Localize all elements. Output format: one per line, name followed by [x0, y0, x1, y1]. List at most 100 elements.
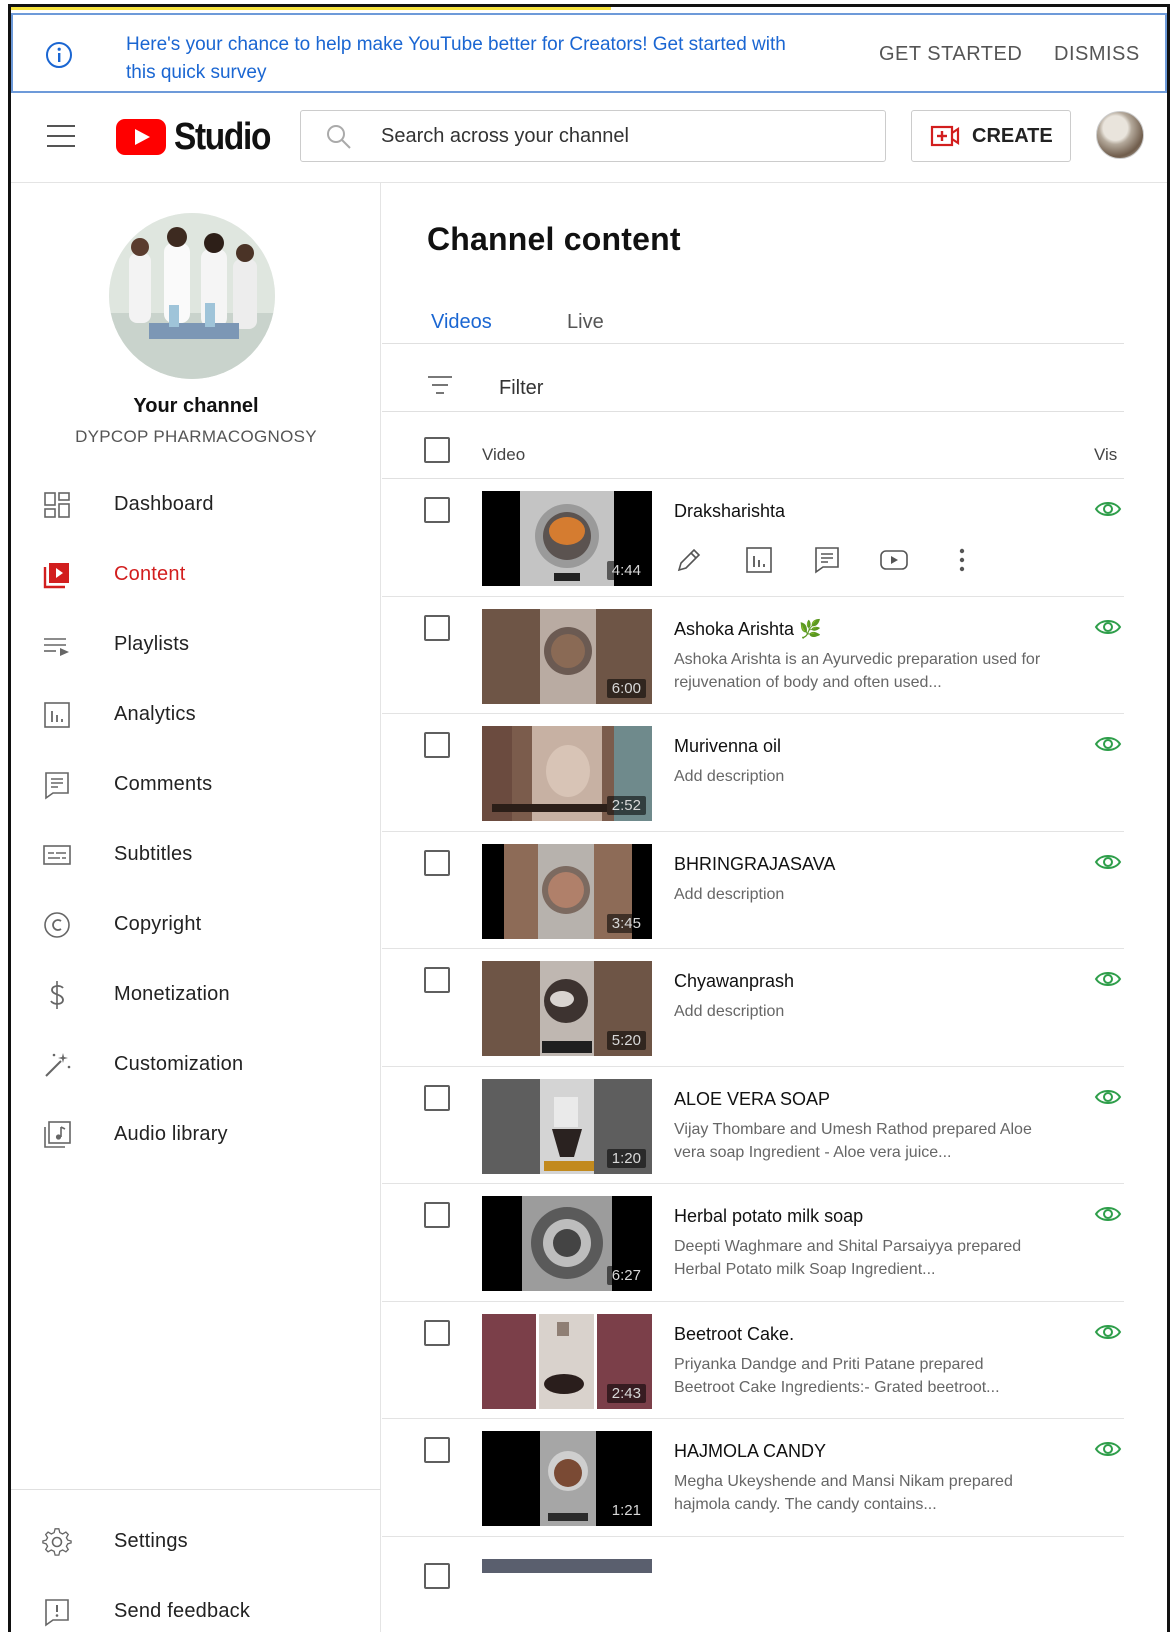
channel-avatar[interactable] [109, 213, 275, 379]
row-checkbox[interactable] [424, 614, 450, 641]
row-checkbox[interactable] [424, 497, 450, 523]
video-thumbnail[interactable]: 6:00 [482, 608, 652, 704]
video-title[interactable]: Herbal potato milk soap [674, 1206, 863, 1227]
row-checkbox[interactable] [424, 1202, 450, 1228]
create-button[interactable]: CREATE [911, 110, 1071, 162]
sidebar-item-label: Monetization [114, 983, 230, 1005]
youtube-studio-logo[interactable]: Studio [116, 115, 283, 159]
table-row[interactable]: 6:00 Ashoka Arishta 🌿 Ashoka Arishta is … [382, 597, 1124, 714]
tab-live[interactable]: Live [567, 311, 604, 334]
sidebar-item-label: Copyright [114, 913, 202, 935]
table-row[interactable]: 6:27 Herbal potato milk soap Deepti Wagh… [382, 1184, 1124, 1302]
sidebar-item-copyright[interactable]: Copyright [11, 889, 381, 959]
video-description[interactable]: Add description [674, 1000, 1044, 1023]
account-avatar[interactable] [1096, 111, 1144, 159]
visibility-public-icon[interactable] [1094, 1204, 1122, 1224]
visibility-public-icon[interactable] [1094, 499, 1122, 519]
visibility-public-icon[interactable] [1094, 1439, 1122, 1459]
row-checkbox[interactable] [424, 1084, 450, 1111]
table-row[interactable]: 2:43 Beetroot Cake. Priyanka Dandge and … [382, 1302, 1124, 1419]
row-checkbox[interactable] [424, 967, 450, 993]
content-icon [43, 563, 69, 589]
table-row[interactable]: 5:20 Chyawanprash Add description [382, 949, 1124, 1067]
sidebar-item-playlists[interactable]: Playlists [11, 609, 381, 679]
video-duration: 6:00 [606, 678, 646, 698]
video-title[interactable]: Ashoka Arishta 🌿 [674, 619, 821, 640]
search-box[interactable]: Search across your channel [300, 110, 886, 162]
analytics-icon[interactable] [744, 545, 774, 575]
get-started-button[interactable]: GET STARTED [879, 43, 1022, 66]
info-icon [46, 42, 72, 68]
video-title[interactable]: ALOE VERA SOAP [674, 1089, 830, 1110]
video-duration: 6:27 [606, 1266, 646, 1285]
video-description[interactable]: Add description [674, 883, 1044, 906]
visibility-public-icon[interactable] [1094, 1322, 1122, 1342]
sidebar-item-monetization[interactable]: Monetization [11, 959, 381, 1029]
video-thumbnail[interactable]: 2:43 [482, 1313, 652, 1409]
video-thumbnail[interactable]: 4:44 [482, 491, 652, 586]
sidebar-item-analytics[interactable]: Analytics [11, 679, 381, 749]
filter-icon[interactable] [426, 373, 454, 397]
youtube-view-icon[interactable] [879, 545, 909, 575]
sidebar-nav: Dashboard Content Playlists Analytics Co… [11, 469, 381, 1169]
sidebar-item-label: Content [114, 563, 186, 585]
sidebar-item-subtitles[interactable]: Subtitles [11, 819, 381, 889]
filter-input[interactable]: Filter [499, 377, 543, 400]
row-checkbox[interactable] [424, 849, 450, 876]
monetization-icon [50, 981, 64, 1009]
video-thumbnail[interactable]: 3:45 [482, 843, 652, 939]
search-input[interactable]: Search across your channel [381, 125, 629, 148]
video-thumbnail[interactable] [482, 1558, 652, 1573]
visibility-public-icon[interactable] [1094, 617, 1122, 637]
menu-icon[interactable] [47, 125, 75, 147]
video-title[interactable]: Draksharishta [674, 501, 785, 522]
copyright-icon [44, 912, 70, 938]
search-icon [327, 125, 351, 149]
sidebar-item-content[interactable]: Content [11, 539, 381, 609]
video-thumbnail[interactable]: 6:27 [482, 1196, 652, 1291]
sidebar-item-dashboard[interactable]: Dashboard [11, 469, 381, 539]
sidebar-item-label: Audio library [114, 1123, 228, 1145]
table-row[interactable]: 4:44 Draksharishta [382, 479, 1124, 597]
sidebar-item-customization[interactable]: Customization [11, 1029, 381, 1099]
row-checkbox[interactable] [424, 1437, 450, 1463]
visibility-public-icon[interactable] [1094, 1087, 1122, 1107]
video-title[interactable]: Beetroot Cake. [674, 1324, 794, 1345]
video-title[interactable]: HAJMOLA CANDY [674, 1441, 826, 1462]
table-row[interactable]: 1:20 ALOE VERA SOAP Vijay Thombare and U… [382, 1067, 1124, 1184]
video-thumbnail[interactable]: 5:20 [482, 961, 652, 1056]
edit-pencil-icon[interactable] [674, 545, 704, 575]
video-duration: 2:52 [606, 796, 646, 815]
sidebar-item-send-feedback[interactable]: Send feedback [11, 1576, 381, 1632]
more-options-icon[interactable] [947, 545, 977, 575]
sidebar-item-audio-library[interactable]: Audio library [11, 1099, 381, 1169]
video-title[interactable]: BHRINGRAJASAVA [674, 854, 835, 875]
visibility-public-icon[interactable] [1094, 852, 1122, 872]
table-row[interactable] [382, 1537, 1124, 1589]
table-row[interactable]: 1:21 HAJMOLA CANDY Megha Ukeyshende and … [382, 1419, 1124, 1537]
settings-icon [42, 1528, 72, 1556]
video-title[interactable]: Chyawanprash [674, 971, 794, 992]
video-thumbnail[interactable]: 1:20 [482, 1078, 652, 1174]
row-checkbox[interactable] [424, 732, 450, 758]
dismiss-button[interactable]: DISMISS [1054, 43, 1140, 66]
sidebar-item-label: Subtitles [114, 843, 193, 865]
sidebar-item-comments[interactable]: Comments [11, 749, 381, 819]
table-row[interactable]: 2:52 Murivenna oil Add description [382, 714, 1124, 832]
tab-videos[interactable]: Videos [431, 311, 492, 334]
select-all-checkbox[interactable] [424, 437, 450, 463]
video-thumbnail[interactable]: 2:52 [482, 726, 652, 821]
video-description[interactable]: Add description [674, 765, 1044, 788]
visibility-public-icon[interactable] [1094, 969, 1122, 989]
table-row[interactable]: 3:45 BHRINGRAJASAVA Add description [382, 832, 1124, 949]
row-checkbox[interactable] [424, 1319, 450, 1346]
sidebar-item-settings[interactable]: Settings [11, 1506, 381, 1576]
row-checkbox[interactable] [424, 1562, 450, 1589]
video-title[interactable]: Murivenna oil [674, 736, 781, 757]
audio-library-icon [44, 1121, 71, 1148]
video-description: Ashoka Arishta is an Ayurvedic preparati… [674, 650, 1041, 691]
video-thumbnail[interactable]: 1:21 [482, 1431, 652, 1526]
comments-icon[interactable] [812, 545, 842, 575]
visibility-public-icon[interactable] [1094, 734, 1122, 754]
comments-icon [45, 772, 69, 800]
